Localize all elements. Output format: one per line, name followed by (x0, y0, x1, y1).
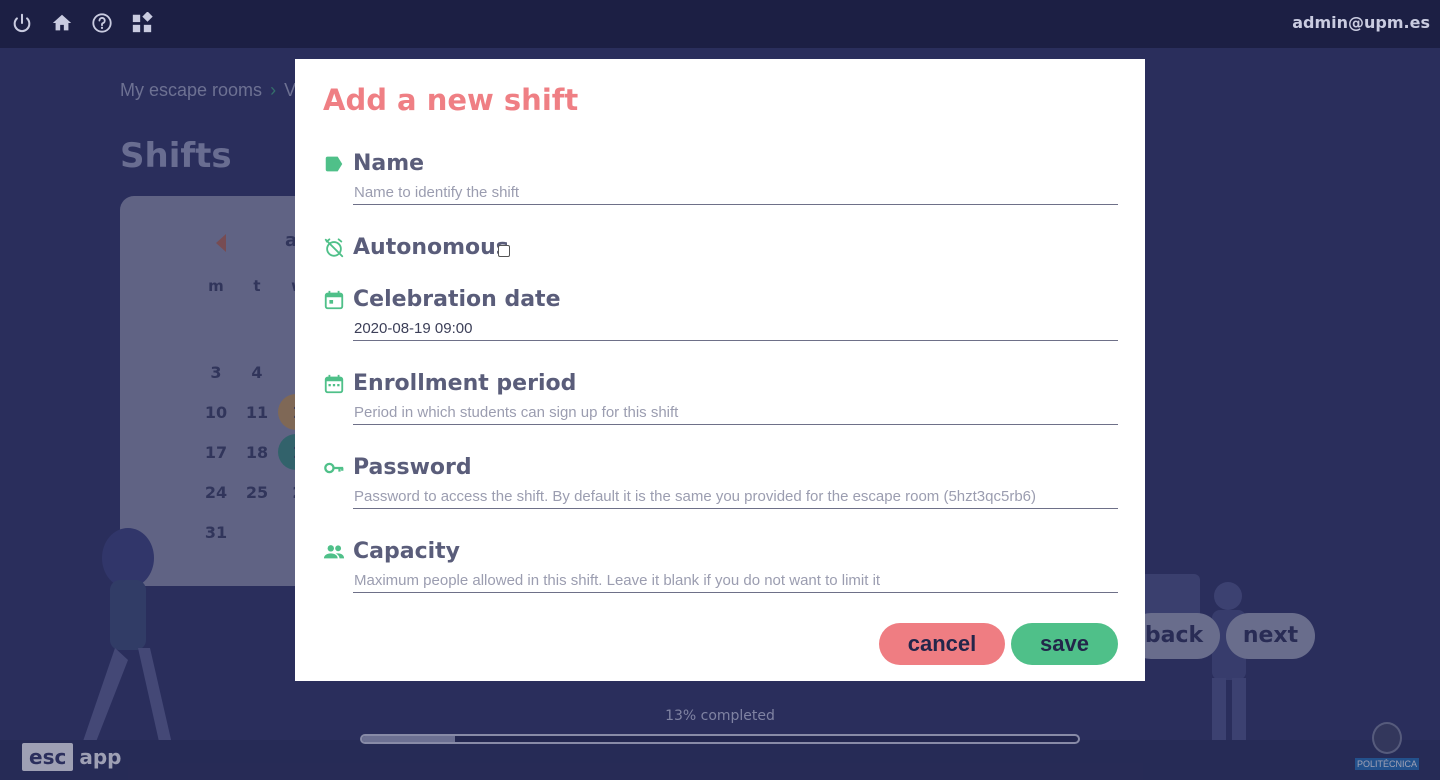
help-icon[interactable] (91, 12, 113, 34)
capacity-label: Capacity (353, 539, 461, 564)
add-shift-modal: Add a new shift Name Autonomous Celebrat… (295, 59, 1145, 681)
label-tag-icon (325, 156, 343, 172)
name-label: Name (353, 151, 425, 176)
cancel-button[interactable]: cancel (879, 623, 1005, 665)
autonomous-checkbox[interactable] (498, 245, 510, 257)
password-label: Password (353, 455, 472, 480)
enrollment-period-input[interactable] (353, 401, 1118, 425)
password-input[interactable] (353, 485, 1118, 509)
top-bar: admin@upm.es (0, 0, 1440, 48)
save-button[interactable]: save (1011, 623, 1118, 665)
power-icon[interactable] (11, 12, 33, 34)
calendar-icon (324, 290, 344, 310)
user-email[interactable]: admin@upm.es (1292, 13, 1430, 32)
capacity-input[interactable] (353, 569, 1118, 593)
enrollment-period-label: Enrollment period (353, 371, 577, 396)
celebration-date-input[interactable] (353, 317, 1118, 341)
calendar-range-icon (324, 374, 344, 394)
modal-title: Add a new shift (323, 83, 579, 117)
key-icon (324, 462, 344, 474)
autonomous-label: Autonomous (353, 235, 509, 260)
celebration-date-label: Celebration date (353, 287, 561, 312)
home-icon[interactable] (51, 12, 73, 34)
alarm-off-icon (324, 238, 344, 258)
people-icon (323, 545, 345, 559)
apps-icon[interactable] (131, 12, 153, 34)
name-input[interactable] (353, 181, 1118, 205)
